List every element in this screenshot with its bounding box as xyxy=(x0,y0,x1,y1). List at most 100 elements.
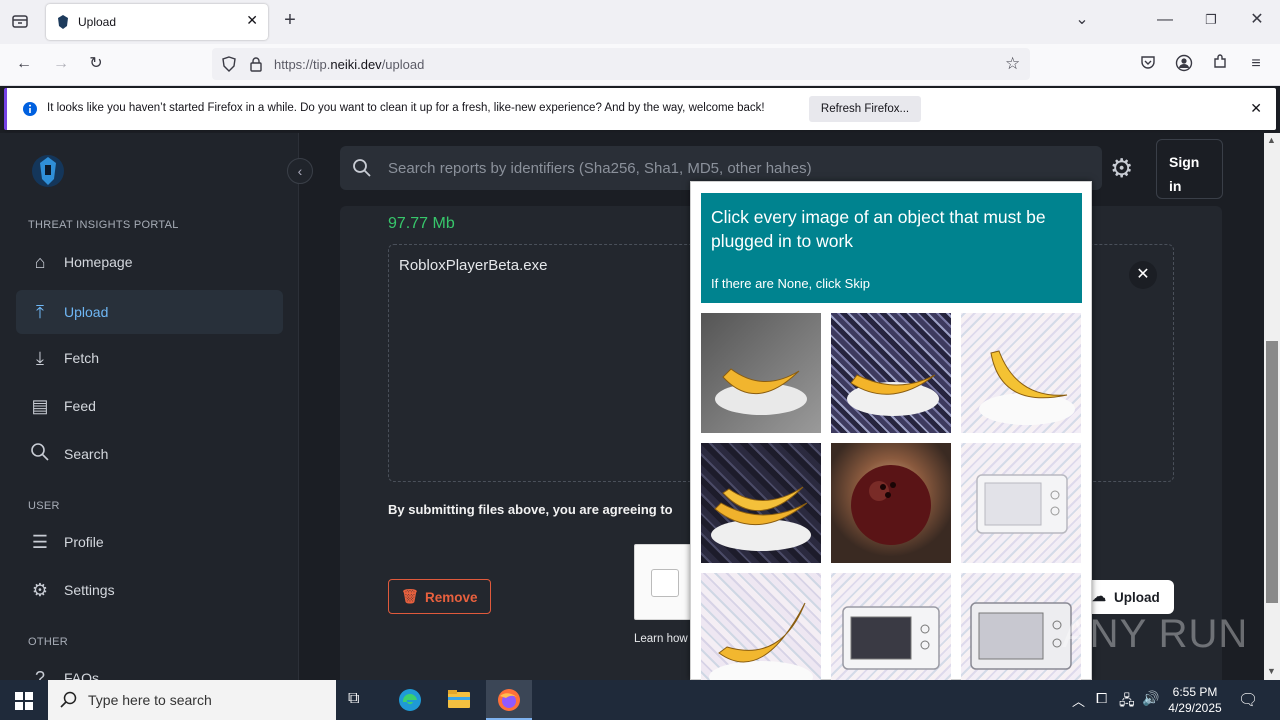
sidebar-item-label: Search xyxy=(64,446,109,462)
upload-button[interactable]: ☁ Upload xyxy=(1082,580,1174,614)
tab-close-icon[interactable]: ✕ xyxy=(246,12,258,29)
browser-tab-upload[interactable]: Upload ✕ xyxy=(46,4,268,40)
task-view-icon[interactable]: ⧉ xyxy=(348,690,359,708)
file-explorer-icon[interactable] xyxy=(447,688,471,715)
upload-icon: ⤒ xyxy=(36,302,44,322)
file-name: RobloxPlayerBeta.exe xyxy=(399,257,548,274)
captcha-tile-banana[interactable] xyxy=(701,313,821,433)
new-tab-icon[interactable]: + xyxy=(279,10,301,30)
taskbar-search-input[interactable]: Type here to search xyxy=(48,680,336,720)
captcha-widget xyxy=(634,544,694,620)
window-close-icon[interactable]: ✕ xyxy=(1246,10,1268,30)
browser-nav-bar: ← → ↻ https://tip.neiki.dev/upload ☆ ≡ xyxy=(0,44,1280,86)
refresh-firefox-button[interactable]: Refresh Firefox... xyxy=(809,96,921,122)
edge-icon[interactable] xyxy=(398,688,422,717)
scroll-up-icon[interactable]: ▲ xyxy=(1267,135,1276,145)
cloud-upload-icon: ☁ xyxy=(1092,588,1106,604)
search-icon xyxy=(352,158,372,183)
captcha-tile-microwave[interactable] xyxy=(831,573,951,693)
trash-icon: 🗑 xyxy=(401,588,419,604)
minimize-icon[interactable]: — xyxy=(1154,10,1176,30)
firefox-icon xyxy=(498,689,520,711)
browser-tab-bar: Upload ✕ + ⌄ — ❐ ✕ xyxy=(0,0,1280,44)
scroll-down-icon[interactable]: ▼ xyxy=(1267,666,1276,676)
extensions-icon[interactable] xyxy=(1209,54,1231,76)
firefox-notification-bar: It looks like you haven’t started Firefo… xyxy=(4,88,1276,130)
clock-time: 6:55 PM xyxy=(1172,685,1218,699)
remove-button[interactable]: 🗑 Remove xyxy=(388,579,491,614)
start-button[interactable] xyxy=(0,680,48,720)
tab-favicon-icon xyxy=(56,14,70,35)
faq-icon: ? xyxy=(34,668,45,680)
search-icon xyxy=(28,442,52,466)
sidebar-item-homepage[interactable]: ⌂ Homepage xyxy=(16,240,283,284)
show-hidden-icons-icon[interactable]: ︿ xyxy=(1072,691,1085,710)
captcha-tile-bowling-ball[interactable] xyxy=(831,443,951,563)
menu-icon[interactable]: ≡ xyxy=(1245,54,1267,74)
sidebar-item-label: Settings xyxy=(64,582,115,598)
scrollbar-thumb[interactable] xyxy=(1266,341,1278,603)
captcha-title: Click every image of an object that must… xyxy=(711,207,1046,251)
remove-file-close-icon[interactable]: ✕ xyxy=(1129,261,1157,289)
section-label-portal: THREAT INSIGHTS PORTAL xyxy=(28,219,179,231)
pocket-icon[interactable] xyxy=(1137,54,1159,76)
list-all-tabs-icon[interactable]: ⌄ xyxy=(1071,10,1093,30)
section-label-other: OTHER xyxy=(28,636,68,648)
windows-taskbar: Type here to search ⧉ ︿ ⧠ 🖧 🔊 6:55 PM 4/… xyxy=(0,680,1280,720)
lock-icon[interactable] xyxy=(249,56,263,77)
gear-icon: ⚙ xyxy=(31,580,49,600)
sign-in-button[interactable]: Sign in xyxy=(1156,139,1223,199)
sidebar-collapse-button[interactable]: ‹ xyxy=(287,158,313,184)
captcha-checkbox[interactable] xyxy=(651,569,679,597)
captcha-tile-banana[interactable] xyxy=(701,443,821,563)
sidebar-item-label: FAQs xyxy=(64,670,100,680)
captcha-prompt: Click every image of an object that must… xyxy=(701,193,1082,303)
sidebar-item-profile[interactable]: ☰ Profile xyxy=(16,520,283,564)
sidebar-item-faqs[interactable]: ? FAQs xyxy=(16,656,283,680)
taskbar-clock[interactable]: 6:55 PM 4/29/2025 xyxy=(1168,684,1222,716)
sidebar: THREAT INSIGHTS PORTAL ⌂ Homepage ⤒ Uplo… xyxy=(0,133,299,680)
sidebar-item-fetch[interactable]: ⤓ Fetch xyxy=(16,336,283,380)
sidebar-item-label: Profile xyxy=(64,534,104,550)
firefox-taskbar-button[interactable] xyxy=(486,680,532,720)
portal-logo[interactable] xyxy=(30,153,66,189)
profile-icon: ☰ xyxy=(31,532,49,552)
notifications-icon[interactable]: 🗨 xyxy=(1238,690,1258,710)
volume-icon[interactable]: 🔊 xyxy=(1142,690,1159,707)
captcha-tile-microwave[interactable] xyxy=(961,443,1081,563)
captcha-tile-banana[interactable] xyxy=(701,573,821,693)
sidebar-item-label: Upload xyxy=(64,304,109,320)
shield-icon[interactable] xyxy=(221,56,237,77)
sidebar-item-search[interactable]: Search xyxy=(16,432,283,476)
bookmark-star-icon[interactable]: ☆ xyxy=(1005,54,1020,74)
sidebar-item-label: Feed xyxy=(64,398,96,414)
captcha-challenge: Click every image of an object that must… xyxy=(690,181,1092,693)
notification-text: It looks like you haven’t started Firefo… xyxy=(47,102,765,114)
network-icon[interactable]: 🖧 xyxy=(1119,690,1135,714)
sidebar-item-label: Homepage xyxy=(64,254,133,270)
anyrun-watermark: ANY RUN xyxy=(1062,612,1249,656)
tab-list-icon[interactable] xyxy=(9,12,31,36)
page-scrollbar[interactable]: ▲ ▼ xyxy=(1264,133,1280,680)
sidebar-item-upload[interactable]: ⤒ Upload xyxy=(16,290,283,334)
tab-title: Upload xyxy=(78,15,117,29)
url-bar[interactable]: https://tip.neiki.dev/upload ☆ xyxy=(212,48,1030,80)
captcha-subtitle: If there are None, click Skip xyxy=(711,276,870,291)
sidebar-item-settings[interactable]: ⚙ Settings xyxy=(16,568,283,612)
device-icon[interactable]: ⧠ xyxy=(1096,690,1107,707)
settings-gear-icon[interactable]: ⚙ xyxy=(1110,155,1133,181)
captcha-tile-banana[interactable] xyxy=(831,313,951,433)
notification-close-icon[interactable]: ✕ xyxy=(1250,100,1262,117)
restore-icon[interactable]: ❐ xyxy=(1200,10,1222,30)
learn-how-link[interactable]: Learn how xyxy=(634,633,688,645)
captcha-tile-banana[interactable] xyxy=(961,313,1081,433)
forward-icon[interactable]: → xyxy=(50,54,72,74)
reload-icon[interactable]: ↻ xyxy=(85,54,107,74)
terms-agreement-text: By submitting files above, you are agree… xyxy=(388,502,673,517)
chevron-left-icon: ‹ xyxy=(297,163,303,179)
account-icon[interactable] xyxy=(1173,54,1195,78)
back-icon[interactable]: ← xyxy=(13,54,35,74)
search-placeholder: Search reports by identifiers (Sha256, S… xyxy=(388,160,812,177)
sidebar-item-feed[interactable]: ▤ Feed xyxy=(16,384,283,428)
file-size: 97.77 Mb xyxy=(388,215,455,232)
